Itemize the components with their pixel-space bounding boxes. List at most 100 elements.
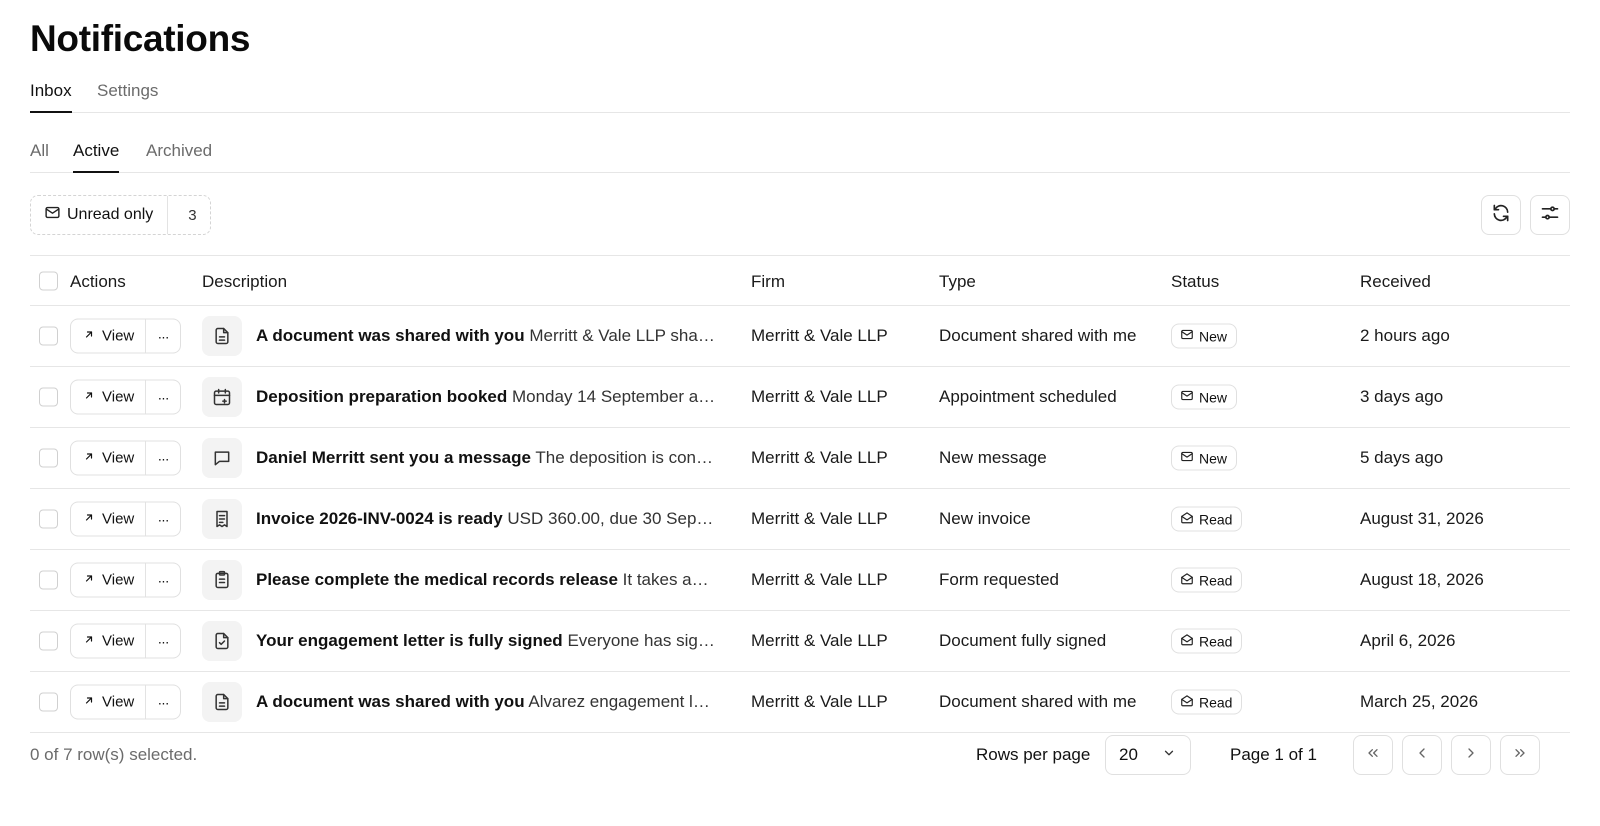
message-icon: [202, 438, 242, 478]
table-row[interactable]: View ··· Invoice 2026-INV-0024 is ready US…: [30, 489, 1570, 550]
status-label: Read: [1199, 572, 1233, 588]
invoice-icon: [202, 499, 242, 539]
header-status[interactable]: Status: [1171, 272, 1219, 292]
row-checkbox[interactable]: [39, 570, 58, 590]
status-label: New: [1199, 328, 1228, 344]
next-page-button[interactable]: [1451, 735, 1491, 775]
more-actions-button[interactable]: ···: [146, 686, 180, 719]
firm-cell: Merritt & Vale LLP: [751, 448, 888, 467]
tab-inbox[interactable]: Inbox: [30, 81, 72, 113]
notification-title: Daniel Merritt sent you a message: [256, 448, 531, 467]
header-firm[interactable]: Firm: [751, 272, 785, 292]
view-button[interactable]: View: [71, 441, 146, 475]
view-label: View: [102, 388, 135, 406]
notification-description[interactable]: Deposition preparation booked Monday 14 …: [256, 387, 716, 407]
notification-title: Please complete the medical records rele…: [256, 570, 618, 589]
unread-only-label-wrap: Unread only: [31, 196, 169, 234]
tab-settings[interactable]: Settings: [97, 81, 158, 113]
notification-description[interactable]: Invoice 2026-INV-0024 is ready USD 360.0…: [256, 509, 716, 529]
mail-icon: [1180, 450, 1194, 467]
status-label: Read: [1199, 633, 1233, 649]
rows-per-page-select[interactable]: 20: [1105, 735, 1191, 775]
row-checkbox[interactable]: [39, 631, 58, 651]
row-checkbox[interactable]: [39, 387, 58, 407]
view-label: View: [102, 449, 135, 467]
view-settings-button[interactable]: [1530, 195, 1570, 235]
arrow-up-right-icon: [83, 328, 95, 345]
mail-icon: [44, 204, 61, 226]
more-actions-button[interactable]: ···: [146, 503, 180, 536]
view-button[interactable]: View: [71, 319, 146, 353]
notifications-table: Actions Description Firm Type Status Rec…: [30, 255, 1570, 733]
table-row[interactable]: View ··· Please complete the medical recor…: [30, 550, 1570, 611]
more-actions-button[interactable]: ···: [146, 381, 180, 414]
refresh-button[interactable]: [1481, 195, 1521, 235]
more-actions-button[interactable]: ···: [146, 564, 180, 597]
table-row[interactable]: View ··· Deposition preparation booked Mon…: [30, 367, 1570, 428]
view-button[interactable]: View: [71, 624, 146, 658]
firm-cell: Merritt & Vale LLP: [751, 631, 888, 650]
status-badge: New: [1171, 445, 1238, 471]
more-actions-button[interactable]: ···: [146, 320, 180, 353]
row-checkbox[interactable]: [39, 448, 58, 468]
more-actions-button[interactable]: ···: [146, 442, 180, 475]
table-row[interactable]: View ··· Daniel Merritt sent you a message…: [30, 428, 1570, 489]
row-checkbox[interactable]: [39, 692, 58, 712]
firm-cell: Merritt & Vale LLP: [751, 692, 888, 711]
view-label: View: [102, 327, 135, 345]
type-cell: Document shared with me: [939, 326, 1137, 345]
unread-only-filter[interactable]: Unread only 3: [30, 195, 211, 235]
view-button[interactable]: View: [71, 502, 146, 536]
first-page-button[interactable]: [1353, 735, 1393, 775]
notification-detail: The deposition is confirmed for: [535, 448, 716, 467]
table-row[interactable]: View ··· Your engagement letter is fully s…: [30, 611, 1570, 672]
received-cell: 5 days ago: [1360, 448, 1444, 467]
view-button[interactable]: View: [71, 563, 146, 597]
view-label: View: [102, 693, 135, 711]
mail-open-icon: [1180, 572, 1194, 589]
header-received[interactable]: Received: [1360, 272, 1431, 292]
notification-description[interactable]: Daniel Merritt sent you a message The de…: [256, 448, 716, 468]
select-all-checkbox[interactable]: [39, 271, 58, 291]
calendar-icon: [202, 377, 242, 417]
last-page-button[interactable]: [1500, 735, 1540, 775]
row-checkbox[interactable]: [39, 326, 58, 346]
more-actions-button[interactable]: ···: [146, 625, 180, 658]
firm-cell: Merritt & Vale LLP: [751, 326, 888, 345]
tab-archived[interactable]: Archived: [146, 141, 212, 173]
received-cell: August 31, 2026: [1360, 509, 1484, 528]
chevron-down-icon: [1162, 745, 1176, 765]
unread-count: 3: [188, 206, 197, 224]
more-icon: ···: [157, 450, 170, 466]
received-cell: 2 hours ago: [1360, 326, 1450, 345]
tab-active[interactable]: Active: [73, 141, 120, 173]
row-checkbox[interactable]: [39, 509, 58, 529]
row-actions: View ···: [70, 623, 181, 659]
view-label: View: [102, 571, 135, 589]
header-description[interactable]: Description: [202, 272, 287, 292]
chevron-left-icon: [1414, 745, 1430, 766]
signed-document-icon: [202, 621, 242, 661]
table-row[interactable]: View ··· A document was shared with you Me…: [30, 306, 1570, 367]
notification-description[interactable]: Please complete the medical records rele…: [256, 570, 716, 590]
mail-icon: [1180, 328, 1194, 345]
more-icon: ···: [157, 633, 170, 649]
table-footer: 0 of 7 row(s) selected. Rows per page 20…: [30, 735, 1570, 775]
table-row[interactable]: View ··· A document was shared with you Al…: [30, 672, 1570, 733]
notification-description[interactable]: Your engagement letter is fully signed E…: [256, 631, 716, 651]
more-icon: ···: [157, 572, 170, 588]
view-button[interactable]: View: [71, 380, 146, 414]
page-title: Notifications: [30, 18, 251, 59]
arrow-up-right-icon: [83, 450, 95, 467]
row-actions: View ···: [70, 318, 181, 354]
view-button[interactable]: View: [71, 685, 146, 719]
tab-all[interactable]: All: [30, 141, 49, 173]
type-cell: New message: [939, 448, 1047, 467]
previous-page-button[interactable]: [1402, 735, 1442, 775]
mail-open-icon: [1180, 633, 1194, 650]
status-badge: Read: [1171, 628, 1243, 654]
notification-description[interactable]: A document was shared with you Merritt &…: [256, 326, 716, 346]
notification-description[interactable]: A document was shared with you Alvarez e…: [256, 692, 716, 712]
header-type[interactable]: Type: [939, 272, 976, 292]
arrow-up-right-icon: [83, 694, 95, 711]
